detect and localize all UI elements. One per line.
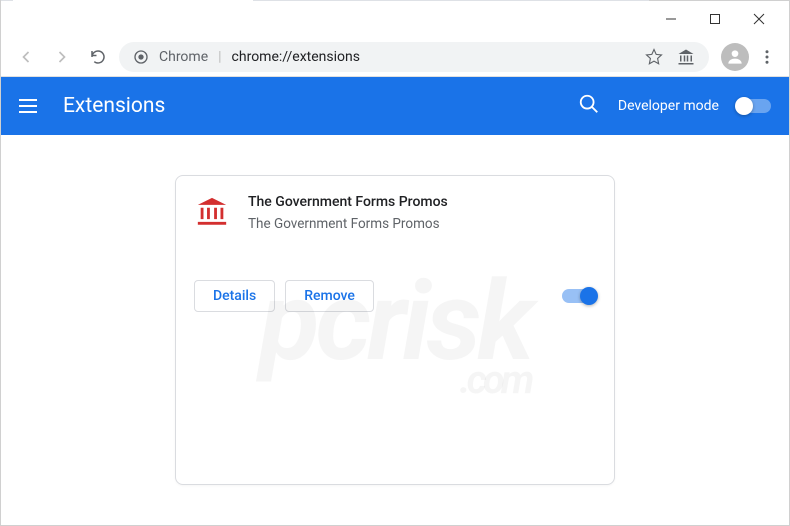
reload-button[interactable]: [83, 42, 113, 72]
institution-icon[interactable]: [677, 48, 695, 66]
extension-enable-toggle[interactable]: [562, 289, 596, 303]
omnibox-prefix: Chrome: [159, 49, 208, 65]
extensions-header: Extensions Developer mode: [1, 77, 789, 135]
extension-card: The Government Forms Promos The Governme…: [175, 175, 615, 485]
maximize-button[interactable]: [693, 4, 737, 34]
window-controls: [649, 1, 789, 37]
developer-mode-toggle[interactable]: [737, 99, 771, 113]
browser-tab[interactable]: Extensions: [13, 0, 253, 1]
back-button[interactable]: [11, 42, 41, 72]
omnibox-url: chrome://extensions: [232, 49, 360, 65]
page-title: Extensions: [63, 94, 165, 118]
developer-mode-label: Developer mode: [618, 98, 719, 114]
star-icon[interactable]: [645, 48, 663, 66]
browser-toolbar: Chrome | chrome://extensions: [1, 37, 789, 77]
extension-description: The Government Forms Promos: [248, 216, 596, 232]
menu-button[interactable]: [755, 48, 779, 66]
profile-avatar[interactable]: [721, 43, 749, 71]
minimize-button[interactable]: [649, 4, 693, 34]
details-button[interactable]: Details: [194, 280, 275, 312]
menu-icon[interactable]: [19, 94, 43, 118]
remove-button[interactable]: Remove: [285, 280, 374, 312]
close-window-button[interactable]: [737, 4, 781, 34]
search-icon[interactable]: [578, 93, 600, 119]
chrome-icon: [133, 49, 149, 65]
forward-button[interactable]: [47, 42, 77, 72]
address-bar[interactable]: Chrome | chrome://extensions: [119, 42, 709, 72]
extension-name: The Government Forms Promos: [248, 194, 596, 210]
extension-icon: [194, 194, 230, 230]
content-area: pcrisk.com The Government Forms Promos T…: [1, 135, 789, 525]
tab-strip: Extensions: [1, 0, 649, 1]
